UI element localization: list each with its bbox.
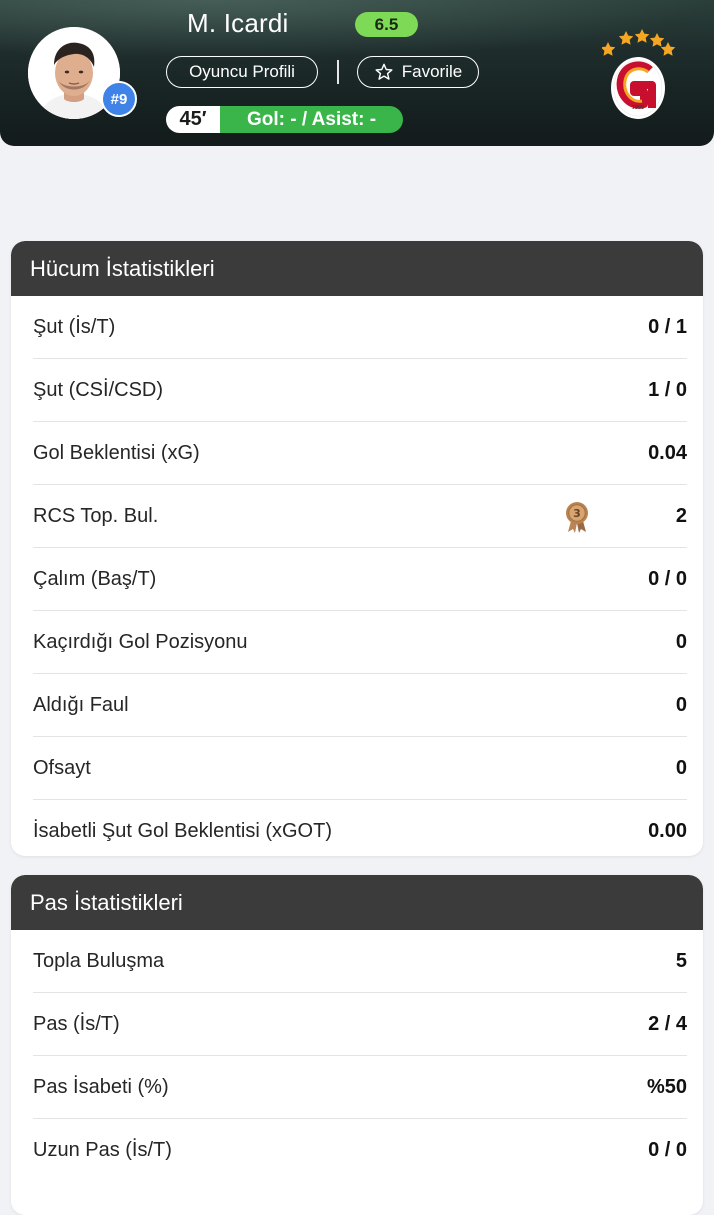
player-profile-button[interactable]: Oyuncu Profili [166,56,318,88]
stat-row: İsabetli Şut Gol Beklentisi (xGOT) 0.00 [33,800,687,856]
attack-stats-title: Hücum İstatistikleri [11,241,703,296]
stat-row: Kaçırdığı Gol Pozisyonu 0 [33,611,687,674]
stat-row: Gol Beklentisi (xG) 0.04 [33,422,687,485]
stat-label: Uzun Pas (İs/T) [33,1138,172,1161]
stat-value: 2 / 4 [648,1012,687,1035]
stat-value: 0.04 [648,441,687,464]
stat-row: Topla Buluşma 5 [33,930,687,993]
favorite-label: Favorile [401,62,463,81]
stat-value: 5 [675,949,687,972]
goal-assist-summary: Gol: - / Asist: - [220,106,403,133]
bronze-medal-icon: 3 [565,501,589,533]
player-rating-badge: 6.5 [355,12,418,37]
stat-label: İsabetli Şut Gol Beklentisi (xGOT) [33,819,332,842]
minutes-played: 45′ [166,106,220,133]
attack-stats-card: Hücum İstatistikleri Şut (İs/T) 0 / 1 Şu… [11,241,703,856]
stat-row: RCS Top. Bul. 3 2 [33,485,687,548]
stat-value: 0 / 0 [648,567,687,590]
galatasaray-crest-icon[interactable]: 1905 [600,28,676,122]
header-divider [337,60,339,84]
pass-stats-title: Pas İstatistikleri [11,875,703,930]
pass-stats-card: Pas İstatistikleri Topla Buluşma 5 Pas (… [11,875,703,1215]
player-profile-label: Oyuncu Profili [189,62,295,81]
stat-label: Topla Buluşma [33,949,165,972]
stat-label: Gol Beklentisi (xG) [33,441,200,464]
stat-row: Pas (İs/T) 2 / 4 [33,993,687,1056]
stat-row: Ofsayt 0 [33,737,687,800]
player-name: M. Icardi [187,8,289,38]
stat-row: Şut (İs/T) 0 / 1 [33,296,687,359]
stat-label: Pas (İs/T) [33,1012,120,1035]
star-outline-icon [374,62,394,82]
stat-label: Kaçırdığı Gol Pozisyonu [33,630,248,653]
stat-value: 0 [675,693,687,716]
player-header: #9 M. Icardi 6.5 Oyuncu Profili Favorile… [0,0,714,146]
stat-row: Aldığı Faul 0 [33,674,687,737]
stat-label: Şut (CSİ/CSD) [33,378,164,401]
stat-value: 1 / 0 [648,378,687,401]
stat-label: Çalım (Baş/T) [33,567,157,590]
stat-value: 0 [675,756,687,779]
team-year: 1905 [632,105,645,111]
shirt-number-badge: #9 [101,81,137,117]
stat-row: Şut (CSİ/CSD) 1 / 0 [33,359,687,422]
stat-label: Pas İsabeti (%) [33,1075,169,1098]
stat-label: RCS Top. Bul. [33,504,159,527]
stat-row: Uzun Pas (İs/T) 0 / 0 [33,1119,687,1181]
stat-row: Çalım (Baş/T) 0 / 0 [33,548,687,611]
stat-label: Aldığı Faul [33,693,129,716]
stat-value: 0.00 [648,819,687,842]
favorite-button[interactable]: Favorile [357,56,479,88]
stat-value: %50 [646,1075,687,1098]
stat-row: Pas İsabeti (%) %50 [33,1056,687,1119]
stat-label: Şut (İs/T) [33,315,116,338]
stat-value: 0 [675,630,687,653]
stat-value: 0 / 1 [648,315,687,338]
medal-rank: 3 [573,507,581,520]
stat-value: 2 [675,504,687,527]
stat-value: 0 / 0 [648,1138,687,1161]
stat-label: Ofsayt [33,756,91,779]
match-summary-pill: 45′ Gol: - / Asist: - [166,106,403,133]
